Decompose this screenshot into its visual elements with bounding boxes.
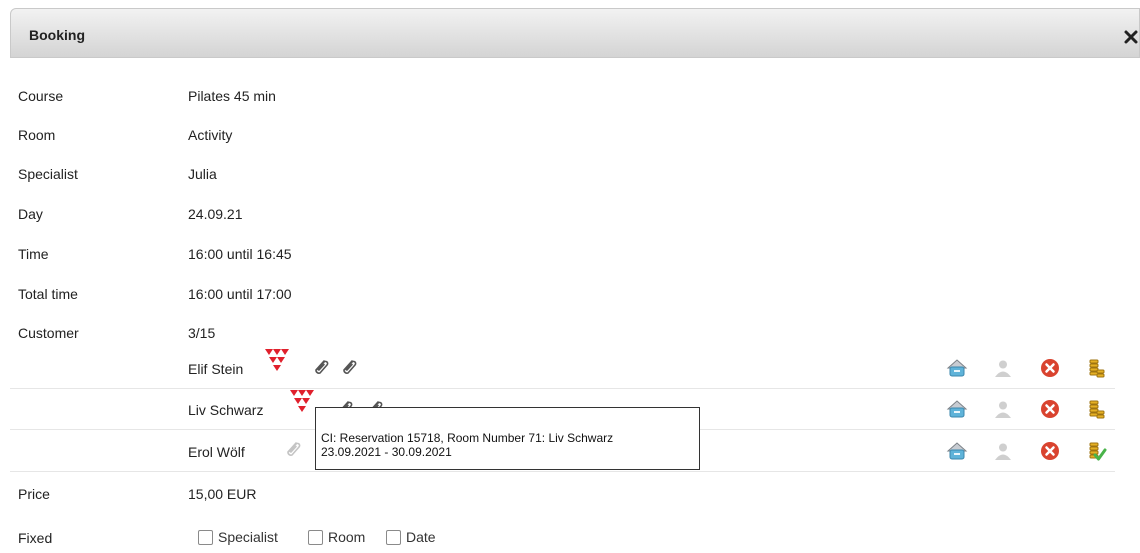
fixed-date-label: Date	[406, 529, 436, 545]
customer-label: Customer	[18, 325, 79, 341]
user-silhouette-icon[interactable]	[992, 440, 1014, 462]
user-silhouette-icon[interactable]	[992, 357, 1014, 379]
day-value: 24.09.21	[188, 206, 243, 222]
paperclip-icon[interactable]	[284, 440, 302, 458]
cancel-booking-icon[interactable]	[1039, 357, 1061, 379]
time-value: 16:00 until 16:45	[188, 246, 292, 262]
specialist-label: Specialist	[18, 166, 78, 182]
fixed-specialist-checkbox[interactable]	[198, 530, 213, 545]
room-key-icon[interactable]	[946, 440, 968, 462]
vip-triangles-icon	[290, 390, 314, 412]
attachment-tooltip: CI: Reservation 15718, Room Number 71: L…	[315, 407, 700, 470]
paperclip-icon[interactable]	[312, 358, 330, 376]
specialist-value: Julia	[188, 166, 217, 182]
fixed-specialist-label: Specialist	[218, 529, 278, 545]
total-time-value: 16:00 until 17:00	[188, 286, 292, 302]
coins-icon[interactable]	[1085, 398, 1107, 420]
customer-name[interactable]: Erol Wölf	[188, 444, 245, 460]
row-divider	[10, 388, 1115, 389]
fixed-room-checkbox[interactable]	[308, 530, 323, 545]
cancel-booking-icon[interactable]	[1039, 398, 1061, 420]
course-value: Pilates 45 min	[188, 88, 276, 104]
course-label: Course	[18, 88, 64, 104]
close-icon[interactable]	[1123, 29, 1139, 45]
dialog-title: Booking	[29, 27, 85, 43]
room-key-icon[interactable]	[946, 357, 968, 379]
room-key-icon[interactable]	[946, 398, 968, 420]
total-time-label: Total time	[18, 286, 78, 302]
coins-icon[interactable]	[1085, 357, 1107, 379]
dialog-titlebar: Booking	[10, 8, 1140, 58]
day-label: Day	[18, 206, 43, 222]
customer-name[interactable]: Liv Schwarz	[188, 402, 263, 418]
tooltip-line-2: 23.09.2021 - 30.09.2021	[321, 445, 452, 459]
time-label: Time	[18, 246, 49, 262]
cancel-booking-icon[interactable]	[1039, 440, 1061, 462]
row-divider	[10, 471, 1115, 472]
paperclip-icon[interactable]	[340, 358, 358, 376]
vip-triangles-icon	[265, 349, 289, 371]
fixed-label: Fixed	[18, 530, 53, 546]
price-label: Price	[18, 486, 50, 502]
fixed-date-checkbox[interactable]	[386, 530, 401, 545]
customer-count: 3/15	[188, 325, 216, 341]
tooltip-line-1: CI: Reservation 15718, Room Number 71: L…	[321, 431, 614, 445]
price-value: 15,00 EUR	[188, 486, 257, 502]
user-silhouette-icon[interactable]	[992, 398, 1014, 420]
room-value: Activity	[188, 127, 233, 143]
coins-paid-icon[interactable]	[1085, 440, 1107, 462]
room-label: Room	[18, 127, 56, 143]
customer-name[interactable]: Elif Stein	[188, 361, 243, 377]
fixed-room-label: Room	[328, 529, 366, 545]
